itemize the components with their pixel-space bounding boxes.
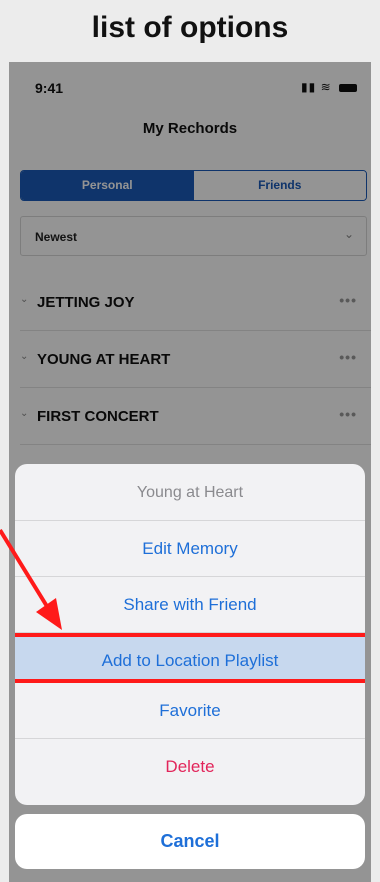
favorite-button[interactable]: Favorite [15,683,365,739]
caption-title: list of options [91,11,289,44]
action-sheet: Young at Heart Edit Memory Share with Fr… [15,464,365,805]
phone-screen: 9:41 ▮▮ ≋ My Rechords Personal Friends N… [9,62,371,882]
action-sheet-title: Young at Heart [15,464,365,521]
add-to-location-playlist-button[interactable]: Add to Location Playlist [15,633,365,683]
cancel-button[interactable]: Cancel [15,814,365,869]
delete-button[interactable]: Delete [15,739,365,795]
share-with-friend-button[interactable]: Share with Friend [15,577,365,633]
edit-memory-button[interactable]: Edit Memory [15,521,365,577]
